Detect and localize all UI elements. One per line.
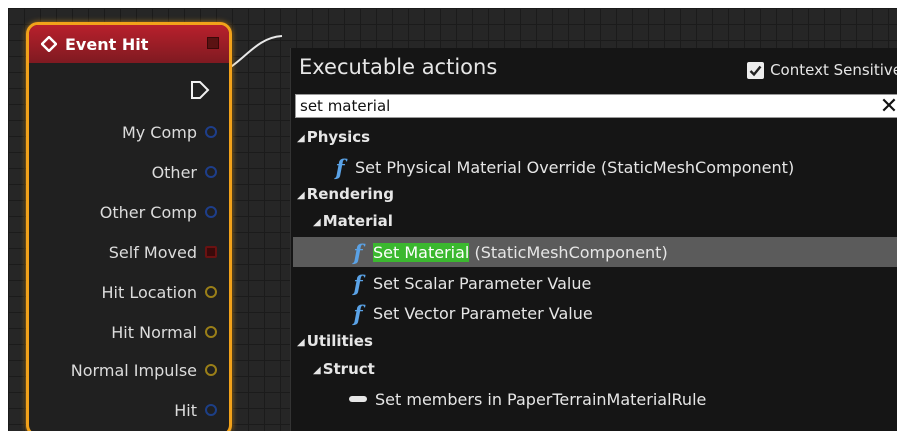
- category-label: Rendering: [306, 185, 394, 203]
- pin-label: My Comp: [121, 122, 197, 142]
- expand-triangle-icon: ◢: [313, 365, 321, 376]
- vector-pin-icon[interactable]: [205, 326, 217, 338]
- pin-label: Hit Normal: [111, 322, 197, 342]
- object-pin-icon[interactable]: [205, 126, 217, 138]
- action-menu: Executable actions Context Sensitive ✕ ◢…: [290, 48, 897, 431]
- pin-label: Other: [151, 162, 197, 182]
- action-label: Set Vector Parameter Value: [373, 303, 593, 323]
- event-hit-node[interactable]: Event Hit My Comp Other Other Comp Self …: [26, 22, 232, 431]
- pin-row-self-moved[interactable]: Self Moved: [109, 239, 217, 265]
- object-pin-icon[interactable]: [205, 166, 217, 178]
- node-title: Event Hit: [65, 34, 149, 54]
- vector-pin-icon[interactable]: [205, 286, 217, 298]
- category-rendering[interactable]: ◢ Rendering: [297, 185, 394, 203]
- exec-output-pin-icon[interactable]: [189, 79, 211, 101]
- pin-label: Other Comp: [99, 202, 197, 222]
- function-icon: f: [335, 154, 345, 180]
- category-label: Utilities: [306, 332, 373, 350]
- struct-pin-icon[interactable]: [205, 404, 217, 416]
- function-icon: f: [353, 300, 363, 326]
- pin-row-normal-impulse[interactable]: Normal Impulse: [71, 357, 217, 383]
- category-utilities[interactable]: ◢ Utilities: [297, 332, 373, 350]
- category-material[interactable]: ◢ Material: [313, 212, 393, 230]
- category-struct[interactable]: ◢ Struct: [313, 360, 375, 378]
- function-icon: f: [353, 239, 363, 265]
- pin-label: Normal Impulse: [70, 360, 197, 380]
- struct-icon: [349, 396, 367, 402]
- pin-label: Hit Location: [101, 282, 197, 302]
- action-item-set-members[interactable]: Set members in PaperTerrainMaterialRule: [349, 386, 706, 412]
- pin-row-hit-normal[interactable]: Hit Normal: [111, 319, 217, 345]
- action-label: Set members in PaperTerrainMaterialRule: [375, 389, 707, 409]
- event-diamond-icon: [40, 35, 58, 53]
- action-item-set-physical-material-override[interactable]: f Set Physical Material Override (Static…: [329, 154, 794, 180]
- search-input[interactable]: [295, 94, 897, 118]
- expand-triangle-icon: ◢: [313, 217, 321, 228]
- action-label: Set Physical Material Override (StaticMe…: [355, 157, 795, 177]
- vector-pin-icon[interactable]: [205, 364, 217, 376]
- node-header[interactable]: Event Hit: [29, 25, 229, 63]
- expand-triangle-icon: ◢: [297, 190, 305, 201]
- menu-title: Executable actions: [299, 55, 498, 79]
- delegate-pin-icon[interactable]: [207, 37, 219, 49]
- graph-canvas[interactable]: Event Hit My Comp Other Other Comp Self …: [8, 8, 897, 431]
- pin-row-other[interactable]: Other: [152, 159, 217, 185]
- category-label: Physics: [306, 128, 371, 146]
- pin-label: Self Moved: [108, 242, 197, 262]
- pin-row-hit-location[interactable]: Hit Location: [101, 279, 217, 305]
- action-item-set-vector-parameter[interactable]: f Set Vector Parameter Value: [347, 300, 593, 326]
- function-icon: f: [353, 270, 363, 296]
- expand-triangle-icon: ◢: [297, 337, 305, 348]
- context-sensitive-label: Context Sensitive: [770, 61, 897, 79]
- category-label: Material: [322, 212, 393, 230]
- bool-pin-icon[interactable]: [205, 246, 217, 258]
- search-match-highlight: Set Material: [373, 242, 470, 262]
- pin-row-my-comp[interactable]: My Comp: [122, 119, 217, 145]
- context-sensitive-toggle[interactable]: Context Sensitive: [747, 61, 897, 79]
- pin-row-other-comp[interactable]: Other Comp: [100, 199, 217, 225]
- category-physics[interactable]: ◢ Physics: [297, 128, 370, 146]
- checkbox-checked-icon[interactable]: [747, 61, 765, 79]
- object-pin-icon[interactable]: [205, 206, 217, 218]
- category-label: Struct: [322, 360, 375, 378]
- action-item-set-scalar-parameter[interactable]: f Set Scalar Parameter Value: [347, 270, 591, 296]
- pin-label: Hit: [174, 400, 197, 420]
- action-item-set-material[interactable]: f Set Material (StaticMeshComponent): [347, 239, 668, 265]
- expand-triangle-icon: ◢: [297, 133, 305, 144]
- pin-row-hit[interactable]: Hit: [174, 397, 217, 423]
- close-icon[interactable]: ✕: [878, 94, 897, 119]
- action-label-suffix: (StaticMeshComponent): [469, 242, 668, 262]
- action-label: Set Scalar Parameter Value: [373, 273, 592, 293]
